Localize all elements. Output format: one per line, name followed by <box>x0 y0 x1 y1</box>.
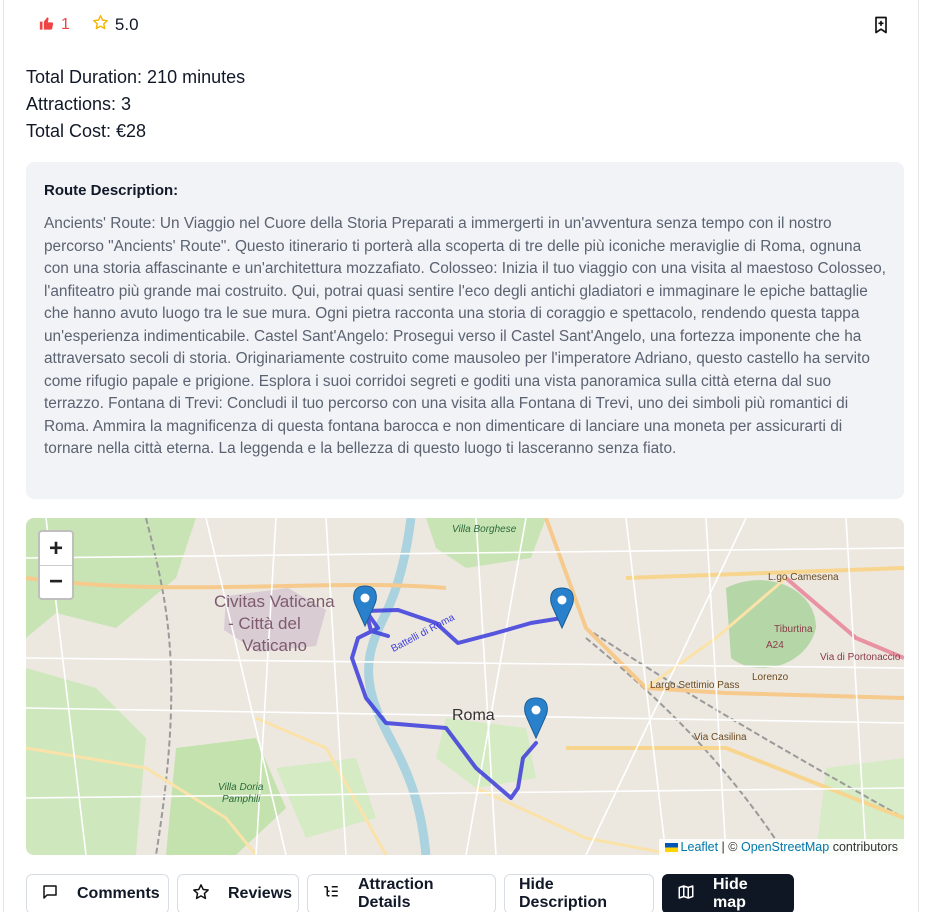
map-icon <box>677 883 695 906</box>
comments-button[interactable]: Comments <box>26 874 169 912</box>
message-square-icon <box>41 883 59 906</box>
map-label-pamphili: Pamphili <box>222 794 261 805</box>
total-duration: Total Duration: 210 minutes <box>26 67 246 87</box>
map-label-tiburtina: Tiburtina <box>774 624 813 635</box>
map-label-lorenzo: Lorenzo <box>752 672 789 683</box>
map-label-roma: Roma <box>452 707 495 724</box>
map-label-villa-borghese: Villa Borghese <box>452 524 517 535</box>
reviews-button[interactable]: Reviews <box>177 874 299 912</box>
osm-link[interactable]: OpenStreetMap <box>741 840 829 854</box>
map-label-vatican-2: - Città del <box>228 614 301 633</box>
hide-description-button[interactable]: Hide Description <box>504 874 654 912</box>
attractions-count: Attractions: 3 <box>26 94 132 114</box>
map-label-largo-settimio: Largo Settimio Pass <box>650 680 740 691</box>
rating: 5.0 <box>92 14 139 36</box>
zoom-in-button[interactable]: + <box>40 532 72 565</box>
map-tiles <box>26 518 904 855</box>
rating-value: 5.0 <box>114 15 139 34</box>
hide-description-label: Hide Description <box>519 876 608 911</box>
zoom-out-button[interactable]: − <box>40 565 72 598</box>
list-tree-icon <box>322 883 340 906</box>
map-label-portonaccio: Via di Portonaccio <box>820 652 901 663</box>
route-map[interactable]: Civitas Vaticana - Città del Vaticano Ro… <box>26 518 904 855</box>
bookmark-plus-icon[interactable] <box>871 15 891 35</box>
action-bar: Comments Reviews Attraction Details Hide… <box>26 874 794 912</box>
map-label-via-casilina: Via Casilina <box>694 732 747 743</box>
like-button[interactable]: 1 <box>38 15 70 36</box>
map-label-vatican: Civitas Vaticana <box>214 592 335 611</box>
comments-label: Comments <box>77 885 160 902</box>
map-label-a24: A24 <box>766 640 784 651</box>
map-label-villa-doria: Villa Doria <box>218 782 264 793</box>
itinerary-card: 1 5.0 Total Duration: 210 minutes Attrac… <box>3 0 919 912</box>
attraction-details-label: Attraction Details <box>358 876 434 911</box>
reviews-label: Reviews <box>228 885 293 902</box>
route-description: Route Description: Ancients' Route: Un V… <box>26 162 904 499</box>
like-count: 1 <box>61 16 70 33</box>
hide-map-button[interactable]: Hide map <box>662 874 794 912</box>
thumbs-up-icon <box>38 15 55 36</box>
description-title: Route Description: <box>44 182 179 199</box>
star-outline-icon <box>192 883 210 906</box>
zoom-control: + − <box>38 530 74 600</box>
leaflet-link[interactable]: Leaflet <box>681 840 719 854</box>
total-cost: Total Cost: €28 <box>26 121 147 141</box>
hide-map-label: Hide map <box>713 876 748 911</box>
map-label-vatican-3: Vaticano <box>242 636 307 655</box>
attraction-details-button[interactable]: Attraction Details <box>307 874 496 912</box>
card-header: 1 5.0 <box>38 14 139 36</box>
star-icon <box>92 14 109 36</box>
ukraine-flag-icon <box>664 843 678 853</box>
attribution-separator: | © <box>718 840 741 854</box>
attribution-contributors: contributors <box>829 840 898 854</box>
map-label-camesena: L.go Camesena <box>768 572 839 583</box>
description-text: Ancients' Route: Un Viaggio nel Cuore de… <box>44 215 886 457</box>
map-attribution: Leaflet | © OpenStreetMap contributors <box>658 839 904 855</box>
route-stats: Total Duration: 210 minutes Attractions:… <box>26 64 245 145</box>
